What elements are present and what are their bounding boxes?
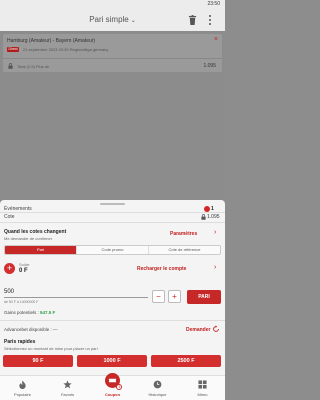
close-icon[interactable]: ×: [214, 36, 218, 43]
bet-match: Hamburg (Amateur) - Bayern (Amateur): [7, 38, 96, 44]
nav-item-coupon[interactable]: 1 Coupon: [90, 373, 135, 400]
bet-slip-sheet: Événements 1 Cote 1.095 Quand les cotes …: [0, 200, 225, 400]
lock-icon: [8, 63, 13, 69]
bet-tabs: Pari Code promo Cote de référence: [4, 245, 221, 255]
nav-item-popular[interactable]: Populaire: [0, 376, 45, 400]
cote-value: 1.095: [207, 214, 220, 220]
drag-handle[interactable]: [100, 203, 125, 205]
lock-icon: [201, 214, 206, 220]
bet-odd: 1.095: [203, 63, 216, 69]
nav-label: Favoris: [60, 392, 75, 397]
gains-label: Gains potentiels :: [4, 310, 39, 315]
nav-label: Historique: [148, 392, 167, 397]
bottom-nav: Populaire Favoris 1 Coupon Historique Me…: [0, 373, 225, 400]
tab-promo-code[interactable]: Code promo: [77, 246, 149, 254]
stake-increase-button[interactable]: +: [168, 290, 181, 303]
chevron-right-icon[interactable]: ›: [214, 229, 216, 236]
balance-label: Solde:: [19, 262, 31, 267]
add-funds-button[interactable]: +: [4, 263, 15, 274]
ticket-icon: [108, 378, 117, 383]
cote-label: Cote: [4, 214, 15, 220]
quick-bets-title: Paris rapides: [4, 339, 36, 345]
nav-item-history[interactable]: Historique: [135, 376, 180, 400]
live-badge: Direct: [7, 47, 20, 52]
stake-hint: de 50 F à 14000000 F: [4, 300, 39, 304]
nav-item-menu[interactable]: Menu: [180, 376, 225, 400]
odds-change-subtitle: Me demander de confirmer: [4, 236, 53, 241]
stake-input[interactable]: 500: [4, 287, 148, 298]
refresh-icon[interactable]: [212, 325, 220, 333]
page-title: Pari simple: [89, 15, 129, 24]
trash-icon[interactable]: [188, 15, 197, 25]
nav-label: Populaire: [14, 392, 31, 397]
bet-date: 21 septembre 2023 03:30 Regionalliga ger…: [23, 47, 109, 52]
stake-decrease-button[interactable]: −: [152, 290, 165, 303]
quick-bet-button[interactable]: 2500 F: [151, 355, 221, 367]
bet-card: Hamburg (Amateur) - Bayern (Amateur) × D…: [3, 34, 222, 72]
status-time: 23:50: [207, 1, 220, 7]
nav-label: Menu: [197, 392, 208, 397]
place-bet-button[interactable]: PARI: [187, 290, 221, 304]
potential-gains: Gains potentiels : 547.5 F: [4, 310, 55, 315]
settings-link[interactable]: Paramètres: [170, 231, 197, 237]
nav-label: Coupon: [104, 392, 121, 397]
advancebet-label: Advancebet disponible : —: [4, 327, 58, 332]
quick-bet-button[interactable]: 90 F: [3, 355, 73, 367]
grid-icon: [198, 380, 207, 389]
quick-bets-subtitle: Sélectionnez un montant de mise pour pla…: [4, 346, 98, 351]
balance-value: 0 F: [19, 268, 28, 274]
divider: [0, 320, 225, 321]
bet-pick: Total (2.5) Plus de: [17, 64, 50, 69]
nav-item-favorites[interactable]: Favoris: [45, 376, 90, 400]
gains-value: 547.5 F: [40, 310, 56, 315]
fire-icon: [19, 380, 26, 389]
status-bar: 23:50: [0, 0, 225, 9]
divider: [0, 212, 225, 213]
tab-reference-odds[interactable]: Cote de référence: [149, 246, 220, 254]
quick-bet-button[interactable]: 1000 F: [77, 355, 147, 367]
coupon-count-badge: 1: [116, 384, 123, 390]
tab-pari[interactable]: Pari: [5, 246, 77, 254]
chevron-right-icon[interactable]: ›: [214, 264, 216, 271]
recharge-link[interactable]: Recharger le compte: [137, 266, 186, 272]
request-advance-link[interactable]: Demander: [186, 327, 210, 333]
app-bar: Pari simple ⌄: [0, 9, 225, 31]
star-icon: [63, 380, 72, 389]
chevron-down-icon: ⌄: [130, 18, 136, 24]
more-vertical-icon[interactable]: [206, 14, 214, 26]
bet-pick-row: Total (2.5) Plus de 1.095: [3, 58, 222, 72]
divider: [0, 222, 225, 223]
clock-icon: [153, 380, 162, 389]
odds-change-title: Quand les cotes changent: [4, 229, 67, 235]
